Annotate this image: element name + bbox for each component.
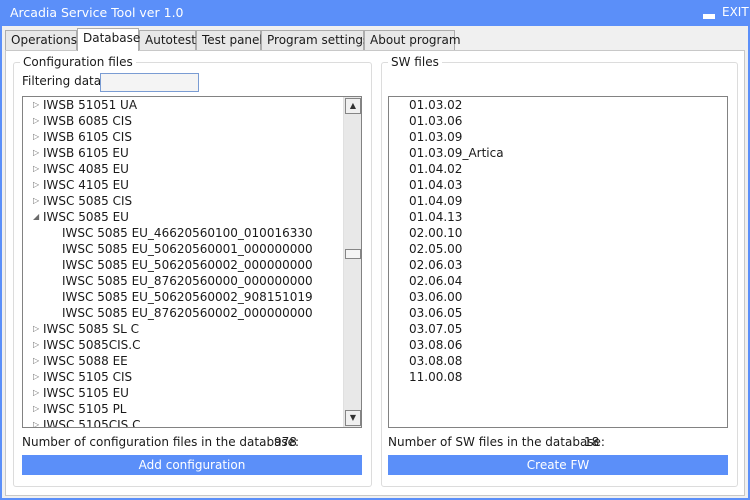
configuration-tree[interactable]: ▷ IWSB 51051 UA ▷ IWSB 6085 CIS ▷ IWSB 6105 C… <box>22 96 362 428</box>
triangle-right-icon[interactable]: ▷ <box>33 417 43 427</box>
tree-item-label: IWSC 5085 EU <box>43 210 129 224</box>
arrow-down-icon[interactable]: ▼ <box>345 410 361 426</box>
tree-item-label: IWSC 5088 EE <box>43 354 128 368</box>
tree-item-label: IWSB 51051 UA <box>43 98 138 112</box>
triangle-right-icon[interactable]: ▷ <box>33 401 43 417</box>
tree-item-label: IWSC 5085CIS.C <box>43 338 141 352</box>
triangle-right-icon[interactable]: ▷ <box>33 177 43 193</box>
tab-autotest[interactable]: Autotest <box>139 30 196 50</box>
list-item[interactable]: 03.08.08 <box>409 353 462 369</box>
filtering-data-input[interactable] <box>100 73 199 92</box>
list-item[interactable]: 02.05.00 <box>409 241 462 257</box>
exit-button[interactable]: EXIT <box>722 5 749 19</box>
tree-item-label: IWSC 5085 EU_87620560000_000000000 <box>62 274 313 288</box>
triangle-right-icon[interactable]: ▷ <box>33 385 43 401</box>
main-window: Operations Database Autotest Test panel … <box>2 26 748 498</box>
sw-count-label: Number of SW files in the database: <box>388 435 605 449</box>
config-count-value: 978 <box>274 435 297 449</box>
list-item[interactable]: 11.00.08 <box>409 369 462 385</box>
tree-item-label: IWSC 5105 EU <box>43 386 129 400</box>
list-item[interactable]: 02.00.10 <box>409 225 462 241</box>
title-bar: Arcadia Service Tool ver 1.0 EXIT <box>0 0 750 26</box>
window-title: Arcadia Service Tool ver 1.0 <box>10 5 184 20</box>
tab-operations[interactable]: Operations <box>5 30 77 50</box>
triangle-right-icon[interactable]: ▷ <box>33 145 43 161</box>
list-item[interactable]: 01.03.09_Artica <box>409 145 504 161</box>
scrollbar-thumb[interactable] <box>345 249 361 259</box>
add-configuration-button[interactable]: Add configuration <box>22 455 362 475</box>
tree-item-label: IWSC 5085 EU_50620560001_000000000 <box>62 242 313 256</box>
triangle-right-icon[interactable]: ▷ <box>33 369 43 385</box>
tab-database[interactable]: Database <box>77 28 140 51</box>
list-item[interactable]: 01.03.02 <box>409 97 462 113</box>
tree-item-label: IWSC 5085 EU_46620560100_010016330 <box>62 226 313 240</box>
sw-files-list[interactable]: 01.03.02 01.03.06 01.03.09 01.03.09_Artica 0… <box>388 96 728 428</box>
list-item[interactable]: 01.04.03 <box>409 177 462 193</box>
list-item[interactable]: 01.04.13 <box>409 209 462 225</box>
list-item[interactable]: 01.04.02 <box>409 161 462 177</box>
tree-item-label: IWSC 5085 CIS <box>43 194 133 208</box>
triangle-right-icon[interactable]: ▷ <box>33 353 43 369</box>
tree-item-label: IWSB 6085 CIS <box>43 114 132 128</box>
triangle-right-icon[interactable]: ▷ <box>33 161 43 177</box>
tab-test-panel[interactable]: Test panel <box>196 30 263 50</box>
minimize-icon[interactable] <box>703 14 715 19</box>
create-fw-button[interactable]: Create FW <box>388 455 728 475</box>
filtering-data-label: Filtering data <box>22 74 102 88</box>
sw-count-value: 18 <box>584 435 600 449</box>
tab-program-settings[interactable]: Program settings <box>261 30 369 50</box>
triangle-right-icon[interactable]: ▷ <box>33 337 43 353</box>
list-item[interactable]: 01.04.09 <box>409 193 462 209</box>
tree-item-label: IWSB 6105 EU <box>43 146 129 160</box>
triangle-right-icon[interactable]: ▷ <box>33 193 43 209</box>
tree-item-label: IWSC 5105 CIS <box>43 370 133 384</box>
config-count-label: Number of configuration files in the dat… <box>22 435 300 449</box>
sw-files-title: SW files <box>388 55 442 69</box>
list-item[interactable]: 03.08.06 <box>409 337 462 353</box>
tree-item-label: IWSC 5105CIS.C <box>43 418 141 428</box>
tree-item-label: IWSC 5085 EU_50620560002_000000000 <box>62 258 313 272</box>
triangle-right-icon[interactable]: ▷ <box>33 113 43 129</box>
list-item[interactable]: 02.06.04 <box>409 273 462 289</box>
tree-item-label: IWSC 5085 EU_50620560002_908151019 <box>62 290 313 304</box>
tree-item-label: IWSC 4085 EU <box>43 162 129 176</box>
configuration-scrollbar[interactable]: ▲ ▼ <box>343 97 361 427</box>
triangle-down-icon[interactable]: ◢ <box>33 209 43 225</box>
triangle-right-icon[interactable]: ▷ <box>33 129 43 145</box>
configuration-files-title: Configuration files <box>20 55 136 69</box>
database-page: Configuration files Filtering data ▷ IWSB… <box>5 50 745 496</box>
list-item[interactable]: 01.03.09 <box>409 129 462 145</box>
tree-item-label: IWSC 4105 EU <box>43 178 129 192</box>
tree-item-label: IWSB 6105 CIS <box>43 130 132 144</box>
tree-item-label: IWSC 5105 PL <box>43 402 127 416</box>
list-item[interactable]: 03.06.05 <box>409 305 462 321</box>
list-item[interactable]: 03.07.05 <box>409 321 462 337</box>
triangle-right-icon[interactable]: ▷ <box>33 97 43 113</box>
list-item[interactable]: 02.06.03 <box>409 257 462 273</box>
tree-item-label: IWSC 5085 EU_87620560002_000000000 <box>62 306 313 320</box>
list-item[interactable]: 01.03.06 <box>409 113 462 129</box>
tree-item-label: IWSC 5085 SL C <box>43 322 140 336</box>
list-item[interactable]: 03.06.00 <box>409 289 462 305</box>
triangle-right-icon[interactable]: ▷ <box>33 321 43 337</box>
arrow-up-icon[interactable]: ▲ <box>345 98 361 114</box>
tab-about-program[interactable]: About program <box>364 30 461 50</box>
